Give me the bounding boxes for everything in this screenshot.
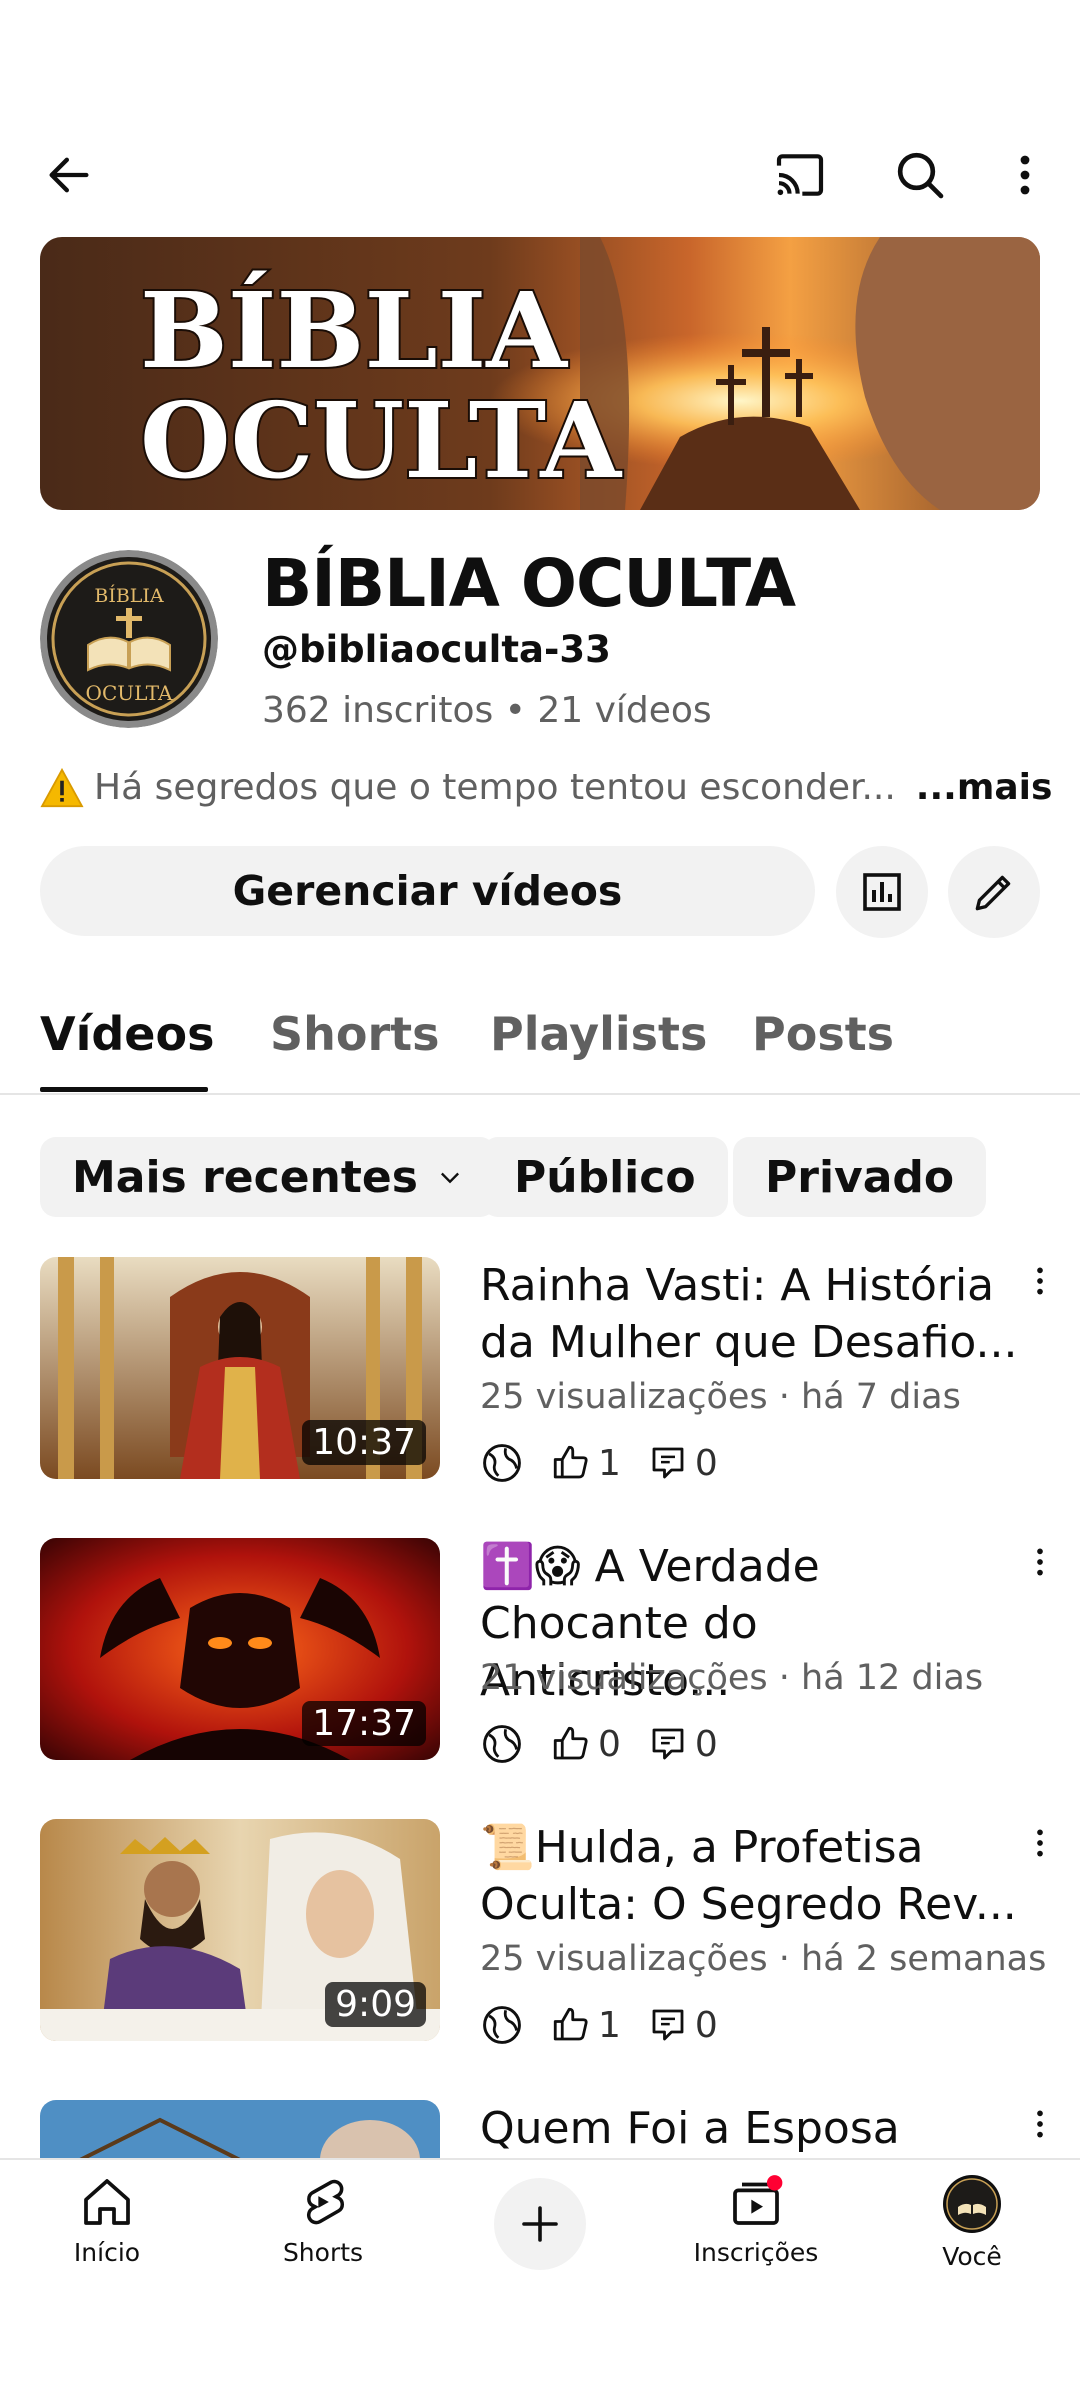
video-title[interactable]: Rainha Vasti: A História da Mulher que D… [480,1257,1020,1371]
video-title[interactable]: 📜Hulda, a Profetisa Oculta: O Segredo Re… [480,1819,1020,1933]
video-meta: 21 visualizações · há 12 dias [480,1658,984,1698]
video-meta: 25 visualizações · há 7 dias [480,1377,961,1417]
globe-icon [483,1725,521,1763]
edit-channel-button[interactable] [948,846,1040,938]
comment-count: 0 [694,2004,718,2046]
chevron-down-icon [440,1172,459,1184]
subscriptions-icon [733,2175,783,2225]
tab-shorts[interactable]: Shorts [270,1007,440,1061]
globe-icon [483,1444,521,1482]
video-duration: 9:09 [325,1982,426,2027]
nav-home-label: Início [73,2238,141,2267]
channel-description[interactable]: Há segredos que o tempo tentou esconder.… [40,767,1052,808]
comment-count: 0 [694,1723,718,1765]
back-button[interactable] [24,130,114,220]
avatar-text-top: BÍBLIA [94,584,164,607]
video-meta: 25 visualizações · há 2 semanas [480,1939,1047,1979]
nav-you[interactable]: Você [892,2174,1052,2284]
video-duration: 10:37 [302,1420,426,1465]
cast-icon [776,154,824,196]
video-thumbnail[interactable]: 9:09 [40,1819,440,2041]
video-item[interactable]: Quem Foi a Esposa [0,2100,1080,2158]
video-item[interactable]: 17:37 ✝️😱 A Verdade Chocante do Anticris… [0,1538,1080,1778]
nav-shorts[interactable]: Shorts [243,2174,403,2284]
globe-icon [483,2006,521,2044]
create-button[interactable] [494,2178,586,2270]
manage-videos-button[interactable]: Gerenciar vídeos [40,846,815,936]
like-count: 1 [598,2004,621,2046]
bottom-navigation: Início Shorts Inscrições Você [0,2158,1080,2400]
analytics-icon [863,873,901,911]
more-options-button[interactable] [980,130,1070,220]
avatar [943,2175,1001,2233]
video-duration: 17:37 [302,1701,426,1746]
channel-handle: @bibliaoculta-33 [262,628,611,671]
sort-label: Mais recentes [72,1151,418,1203]
channel-banner: BÍBLIA OCULTA [40,237,1040,510]
video-stats: 1 0 [480,2001,744,2049]
more-vert-icon [1037,2110,1043,2138]
search-button[interactable] [875,130,965,220]
banner-title-line1: BÍBLIA [140,269,568,392]
back-arrow-icon [49,157,89,193]
create-icon [522,2206,558,2242]
like-count: 0 [598,1723,621,1765]
avatar-text-bottom: OCULTA [86,681,173,705]
comment-icon [652,2009,684,2041]
analytics-button[interactable] [836,846,928,938]
sort-dropdown[interactable]: Mais recentes [40,1137,496,1217]
comment-icon [652,1728,684,1760]
cast-button[interactable] [755,130,845,220]
search-icon [897,152,944,199]
banner-title-line2: OCULTA [140,379,622,502]
home-icon [84,2179,130,2225]
like-count: 1 [598,1442,621,1484]
nav-subscriptions[interactable]: Inscrições [676,2174,836,2284]
tab-playlists[interactable]: Playlists [490,1007,707,1061]
channel-stats: 362 inscritos • 21 vídeos [262,690,712,731]
video-menu-button[interactable] [1020,2104,1060,2144]
video-item[interactable]: 10:37 Rainha Vasti: A História da Mulher… [0,1257,1080,1497]
top-bar [0,130,1080,220]
tab-posts[interactable]: Posts [752,1007,894,1061]
more-vert-icon [1037,1267,1043,1295]
channel-avatar[interactable]: BÍBLIA OCULTA [40,550,218,728]
nav-home[interactable]: Início [27,2174,187,2284]
video-menu-button[interactable] [1020,1823,1060,1863]
shorts-icon [306,2179,344,2225]
tab-videos[interactable]: Vídeos [40,1007,214,1061]
video-thumbnail[interactable]: 17:37 [40,1538,440,1760]
video-menu-button[interactable] [1020,1261,1060,1301]
filter-public-chip[interactable]: Público [482,1137,728,1217]
active-tab-indicator [40,1087,208,1092]
more-vert-icon [1037,1548,1043,1576]
video-menu-button[interactable] [1020,1542,1060,1582]
channel-tabs: Vídeos Shorts Playlists Posts [0,995,1080,1095]
like-icon [553,1726,588,1760]
video-stats: 0 0 [480,1720,744,1768]
nav-shorts-label: Shorts [282,2238,364,2267]
pencil-icon [975,875,1011,911]
warning-icon [40,767,84,807]
video-stats: 1 0 [480,1439,744,1487]
comment-icon [652,1447,684,1479]
description-more-link[interactable]: ...mais [916,767,1053,808]
video-title[interactable]: Quem Foi a Esposa [480,2100,1020,2157]
description-text: Há segredos que o tempo tentou esconder.… [94,767,896,808]
more-vert-icon [1020,155,1030,195]
nav-you-label: Você [942,2242,1002,2271]
more-vert-icon [1037,1829,1043,1857]
like-icon [553,2007,588,2041]
video-thumbnail[interactable] [40,2100,440,2158]
like-icon [553,1445,588,1479]
filter-private-chip[interactable]: Privado [733,1137,987,1217]
comment-count: 0 [694,1442,718,1484]
channel-name: BÍBLIA OCULTA [262,545,796,622]
video-thumbnail[interactable]: 10:37 [40,1257,440,1479]
video-item[interactable]: 9:09 📜Hulda, a Profetisa Oculta: O Segre… [0,1819,1080,2059]
nav-subscriptions-label: Inscrições [693,2238,819,2267]
